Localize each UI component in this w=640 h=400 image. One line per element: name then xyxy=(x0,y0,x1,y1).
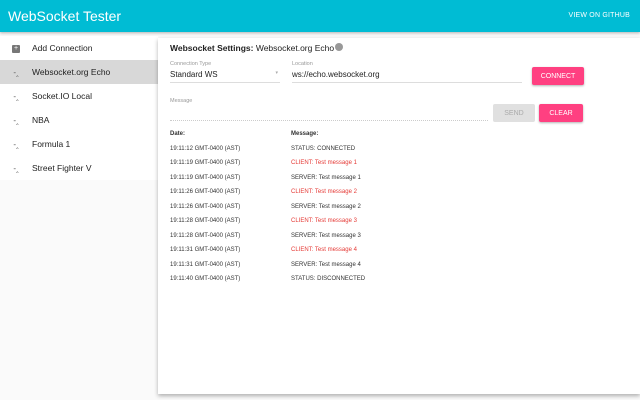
sidebar-item-connection[interactable]: -‸ Websocket.org Echo xyxy=(0,60,158,84)
log-row: 19:11:31 GMT-0400 (AST) SERVER: Test mess… xyxy=(170,262,365,277)
log-date: 19:11:26 GMT-0400 (AST) xyxy=(170,189,241,195)
sidebar-item-connection[interactable]: -‸ Formula 1 xyxy=(0,132,158,156)
sidebar-item-label: Street Fighter V xyxy=(32,163,92,173)
log-date: 19:11:31 GMT-0400 (AST) xyxy=(170,261,241,268)
log-row: 19:11:40 GMT-0400 (AST) STATUS: DISCONNEC… xyxy=(170,276,365,291)
log-message: STATUS: CONNECTED xyxy=(291,145,356,152)
sidebar: + Add Connection -‸ Websocket.org Echo -‸ S… xyxy=(0,36,158,180)
log-row: 19:11:19 GMT-0400 (AST) CLIENT: Test mess… xyxy=(170,160,365,175)
sidebar-item-label: Socket.IO Local xyxy=(32,91,93,101)
log-date: 19:11:19 GMT-0400 (AST) xyxy=(170,160,241,166)
log-date: 19:11:28 GMT-0400 (AST) xyxy=(170,218,241,224)
clear-button[interactable]: CLEAR xyxy=(539,104,583,122)
app-header: WebSocket Tester VIEW ON GITHUB xyxy=(0,0,640,32)
log-date: 19:11:26 GMT-0400 (AST) xyxy=(170,203,241,210)
sidebar-item-label: Websocket.org Echo xyxy=(32,67,111,77)
log-header: Date: Message: xyxy=(170,131,365,146)
log-row: 19:11:26 GMT-0400 (AST) SERVER: Test mess… xyxy=(170,204,365,219)
location-input[interactable]: ws://echo.websocket.org xyxy=(292,70,522,83)
sidebar-item-label: NBA xyxy=(32,115,50,125)
sidebar-item-connection[interactable]: -‸ NBA xyxy=(0,108,158,132)
log-message: SERVER: Test message 3 xyxy=(291,232,361,239)
log-message: SERVER: Test message 2 xyxy=(291,203,361,210)
location-label: Location xyxy=(292,61,313,67)
add-icon: + xyxy=(12,45,20,53)
log-date: 19:11:19 GMT-0400 (AST) xyxy=(170,174,241,181)
message-input[interactable] xyxy=(170,120,488,121)
sidebar-item-label: Formula 1 xyxy=(32,139,71,149)
connect-button[interactable]: CONNECT xyxy=(532,67,584,85)
view-on-github-link[interactable]: VIEW ON GITHUB xyxy=(568,12,630,19)
sidebar-item-connection[interactable]: -‸ Street Fighter V xyxy=(0,156,158,180)
log-message: CLIENT: Test message 1 xyxy=(291,160,357,166)
settings-card: Websocket Settings: Websocket.org Echo C… xyxy=(158,38,640,394)
log-message: CLIENT: Test message 4 xyxy=(291,247,357,253)
log-row: 19:11:19 GMT-0400 (AST) SERVER: Test mess… xyxy=(170,175,365,190)
log-message: CLIENT: Test message 3 xyxy=(291,218,357,224)
settings-title: Websocket Settings: Websocket.org Echo xyxy=(170,43,344,53)
add-connection-button[interactable]: + Add Connection xyxy=(0,36,158,60)
plug-icon: -‸ xyxy=(13,91,19,101)
message-label: Message xyxy=(170,98,193,104)
log-row: 19:11:28 GMT-0400 (AST) CLIENT: Test mess… xyxy=(170,218,365,233)
app-title: WebSocket Tester xyxy=(8,8,122,24)
log-row: 19:11:28 GMT-0400 (AST) SERVER: Test mess… xyxy=(170,233,365,248)
connection-type-label: Connection Type xyxy=(170,61,212,67)
settings-title-prefix: Websocket Settings: xyxy=(170,43,254,53)
remove-connection-icon[interactable] xyxy=(335,43,344,51)
add-connection-label: Add Connection xyxy=(32,43,93,53)
log-row: 19:11:26 GMT-0400 (AST) CLIENT: Test mess… xyxy=(170,189,365,204)
connection-type-select[interactable]: Standard WS ▾ xyxy=(170,70,280,83)
plug-icon: -‸ xyxy=(13,163,19,173)
log-date: 19:11:31 GMT-0400 (AST) xyxy=(170,247,241,253)
connection-name: Websocket.org Echo xyxy=(255,43,335,53)
dropdown-arrow-icon: ▾ xyxy=(275,70,278,76)
log-row: 19:11:12 GMT-0400 (AST) STATUS: CONNECTED xyxy=(170,146,365,161)
log-date: 19:11:40 GMT-0400 (AST) xyxy=(170,276,241,282)
date-header: Date: xyxy=(170,131,186,137)
log-date: 19:11:12 GMT-0400 (AST) xyxy=(170,145,241,152)
message-header: Message: xyxy=(291,131,319,137)
log-date: 19:11:28 GMT-0400 (AST) xyxy=(170,232,241,239)
plug-icon: -‸ xyxy=(13,67,19,77)
log-message: SERVER: Test message 1 xyxy=(291,174,361,181)
send-button[interactable]: SEND xyxy=(493,104,535,122)
plug-icon: -‸ xyxy=(13,115,19,125)
plug-icon: -‸ xyxy=(13,139,19,149)
log-message: STATUS: DISCONNECTED xyxy=(291,276,366,282)
message-log: Date: Message: 19:11:12 GMT-0400 (AST) ST… xyxy=(170,131,365,291)
sidebar-item-connection[interactable]: -‸ Socket.IO Local xyxy=(0,84,158,108)
log-message: CLIENT: Test message 2 xyxy=(291,189,357,195)
log-message: SERVER: Test message 4 xyxy=(291,261,361,268)
log-row: 19:11:31 GMT-0400 (AST) CLIENT: Test mess… xyxy=(170,247,365,262)
connection-type-value: Standard WS xyxy=(170,70,218,79)
